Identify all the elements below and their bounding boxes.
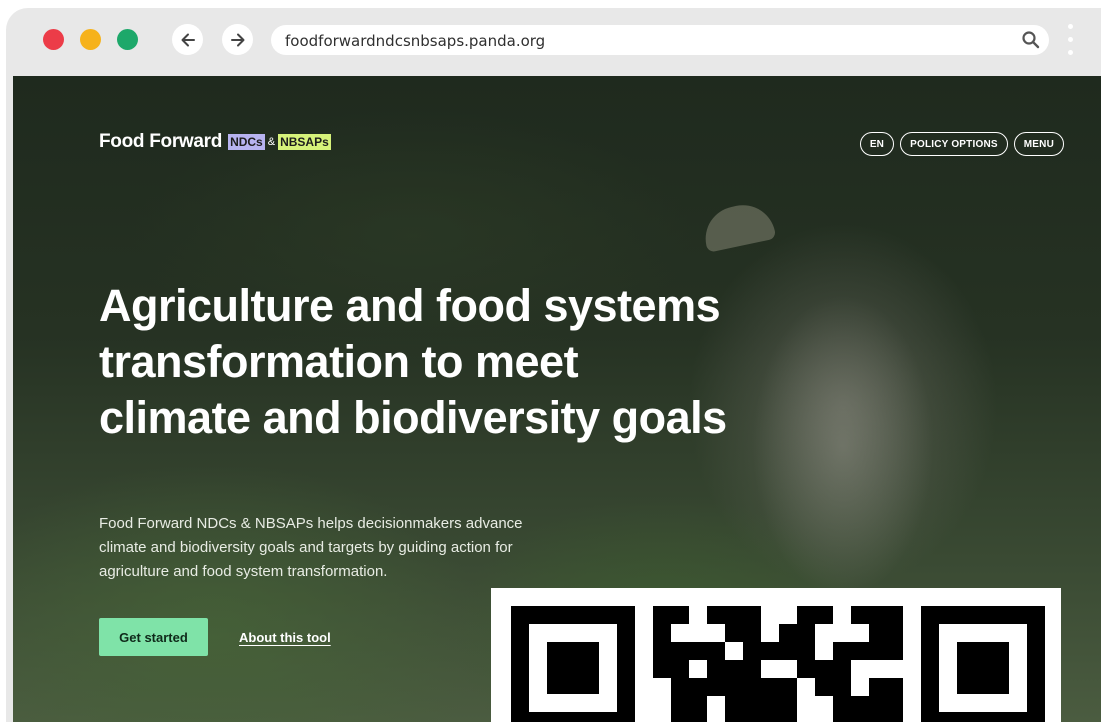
hero-description: Food Forward NDCs & NBSAPs helps decisio… [99,515,523,580]
site-logo[interactable]: Food Forward NDCs & NBSAPs [99,131,331,153]
arrow-left-icon [181,33,195,46]
arrow-right-icon [230,33,244,46]
back-button[interactable] [172,24,203,55]
hero-background-farmer [713,226,983,646]
close-window-button[interactable] [43,29,64,50]
maximize-window-button[interactable] [117,29,138,50]
search-icon[interactable] [1021,30,1041,55]
logo-text: Food Forward [99,131,223,152]
minimize-window-button[interactable] [80,29,101,50]
qr-code [491,588,1061,722]
get-started-button[interactable]: Get started [99,618,208,656]
url-text: foodforwardndcsnbsaps.panda.org [285,32,546,50]
browser-toolbar: foodforwardndcsnbsaps.panda.org [6,8,1101,76]
address-bar[interactable]: foodforwardndcsnbsaps.panda.org [271,25,1049,55]
language-button[interactable]: EN [859,132,895,156]
policy-options-button[interactable]: POLICY OPTIONS [900,132,1008,156]
menu-button[interactable]: MENU [1013,132,1064,156]
top-navigation: EN POLICY OPTIONS MENU [859,132,1064,156]
logo-ampersand: & [267,136,276,148]
logo-tag-nbsaps: NBSAPs [278,134,331,150]
forward-button[interactable] [222,24,253,55]
kebab-menu-icon[interactable] [1068,24,1074,60]
logo-tag-ndcs: NDCs [228,134,265,150]
about-this-tool-link[interactable]: About this tool [239,630,331,645]
hero-headline: Agriculture and food systems transformat… [99,280,727,443]
